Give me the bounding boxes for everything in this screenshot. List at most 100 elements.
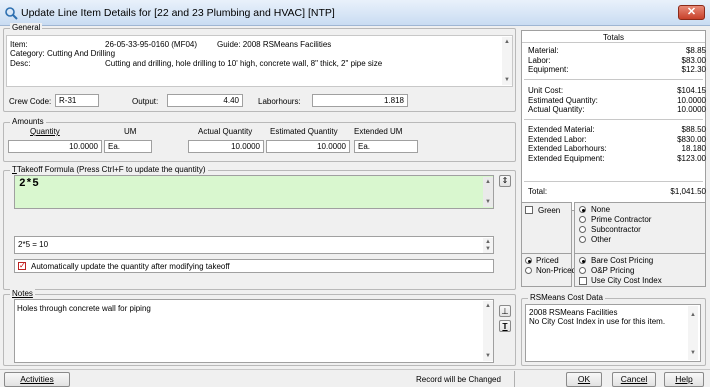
bare-cost-label: Bare Cost Pricing [591, 256, 654, 265]
takeoff-formula-input[interactable]: 2*5 ▲ ▼ [14, 175, 494, 209]
totals-row: Estimated Quantity: 10.0000 [528, 96, 706, 105]
non-priced-radio[interactable] [525, 267, 532, 274]
ok-button[interactable]: OK [566, 372, 602, 387]
totals-row-label: Actual Quantity: [528, 105, 585, 114]
extended-um-label: Extended UM [354, 127, 403, 136]
totals-row-value: $88.50 [681, 125, 706, 134]
totals-row-label: Extended Material: [528, 125, 595, 134]
quantity-field[interactable]: 10.0000 [8, 140, 102, 153]
contractor-box: None Prime Contractor Subcontractor Othe… [574, 202, 706, 254]
op-pricing-radio[interactable] [579, 267, 586, 274]
output-field[interactable]: 4.40 [167, 94, 243, 107]
scroll-down-icon[interactable]: ▼ [485, 199, 491, 205]
rsmeans-group: RSMeans Cost Data 2008 RSMeans Facilitie… [521, 293, 706, 366]
scroll-down-icon[interactable]: ▼ [485, 353, 491, 359]
activities-button[interactable]: Activities [4, 372, 70, 387]
extended-um-field[interactable]: Ea. [354, 140, 418, 153]
takeoff-group: TTakeoff Formula (Press Ctrl+F to update… [3, 165, 516, 290]
totals-row-value: $83.00 [681, 55, 706, 65]
bare-cost-radio[interactable] [579, 257, 586, 264]
priced-box: Priced Non-Priced [521, 253, 576, 287]
um-field[interactable]: Ea. [104, 140, 152, 153]
help-button[interactable]: Help [664, 372, 704, 387]
totals-divider [524, 181, 703, 182]
totals-row: Actual Quantity: 10.0000 [528, 105, 706, 114]
dialog-body: General Item: 26-05-33-95-0160 (MF04) Gu… [0, 23, 710, 387]
totals-row-label: Material: [528, 46, 559, 55]
rsmeans-line-2: No City Cost Index in use for this item. [529, 317, 666, 326]
totals-row: Extended Labor: $830.00 [528, 135, 706, 144]
totals-row-value: 10.0000 [677, 95, 706, 105]
totals-row-value: $123.00 [677, 153, 706, 163]
totals-row: Material: $8.85 [528, 46, 706, 55]
close-button[interactable]: ✕ [678, 5, 705, 20]
title-bar[interactable]: Update Line Item Details for [22 and 23 … [0, 0, 710, 26]
crew-code-field[interactable]: R-31 [55, 94, 99, 107]
formula-scrollbar[interactable]: ▲ ▼ [483, 177, 493, 207]
notes-scrollbar[interactable]: ▲ ▼ [483, 301, 493, 361]
scroll-down-icon[interactable]: ▼ [485, 246, 491, 252]
status-text: Record will be Changed [416, 375, 501, 384]
totals-row-label: Estimated Quantity: [528, 95, 598, 105]
rsmeans-box: 2008 RSMeans Facilities No City Cost Ind… [525, 304, 701, 362]
priced-radio[interactable] [525, 257, 532, 264]
non-priced-label: Non-Priced [536, 266, 577, 275]
totals-row-value: $12.30 [681, 65, 706, 74]
takeoff-result-box: 2*5 = 10 ▲ ▼ [14, 236, 494, 254]
contractor-other-radio[interactable] [579, 236, 586, 243]
rsmeans-scrollbar[interactable]: ▲ ▼ [688, 306, 698, 360]
totals-row: Unit Cost: $104.15 [528, 86, 706, 95]
contractor-prime-radio[interactable] [579, 216, 586, 223]
scroll-up-icon[interactable]: ▲ [485, 239, 491, 245]
rsmeans-line-1: 2008 RSMeans Facilities [529, 308, 618, 317]
green-checkbox[interactable] [525, 206, 533, 214]
totals-row-label: Equipment: [528, 65, 569, 74]
priced-label: Priced [536, 256, 559, 265]
totals-row-label: Extended Equipment: [528, 153, 605, 163]
green-box: Green [521, 202, 572, 254]
window-title: Update Line Item Details for [22 and 23 … [21, 7, 335, 19]
result-scrollbar[interactable]: ▲ ▼ [483, 238, 493, 253]
notes-text-button[interactable]: T [499, 320, 511, 332]
scroll-down-icon[interactable]: ▼ [504, 77, 510, 83]
total-row: Total: $1,041.50 [528, 187, 706, 196]
contractor-none-label: None [591, 205, 611, 214]
notes-text: Holes through concrete wall for piping [17, 304, 151, 313]
takeoff-legend: TTakeoff Formula (Press Ctrl+F to update… [10, 165, 208, 174]
app-icon [5, 7, 18, 20]
laborhours-field[interactable]: 1.818 [312, 94, 408, 107]
scroll-up-icon[interactable]: ▲ [485, 303, 491, 309]
formula-spin-button[interactable]: ⇕ [499, 175, 511, 187]
totals-divider [524, 119, 703, 120]
scroll-up-icon[interactable]: ▲ [690, 312, 696, 318]
item-info-scrollbar[interactable]: ▲ ▼ [502, 37, 512, 85]
actual-quantity-field[interactable]: 10.0000 [188, 140, 264, 153]
scroll-down-icon[interactable]: ▼ [690, 350, 696, 356]
totals-row-value: 10.0000 [677, 105, 706, 114]
city-index-checkbox[interactable] [579, 277, 587, 285]
notes-textarea[interactable]: Holes through concrete wall for piping ▲… [14, 299, 494, 363]
auto-update-checkbox[interactable] [18, 261, 26, 270]
totals-row-value: $830.00 [677, 134, 706, 144]
notes-stamp-button[interactable]: ⊥ [499, 305, 511, 317]
totals-row: Labor: $83.00 [528, 56, 706, 65]
scroll-up-icon[interactable]: ▲ [504, 39, 510, 45]
estimated-quantity-field[interactable]: 10.0000 [266, 140, 350, 153]
crew-code-label: Crew Code: [9, 97, 52, 106]
contractor-prime-label: Prime Contractor [591, 215, 652, 224]
um-label: UM [124, 127, 137, 136]
desc-value: Cutting and drilling, hole drilling to 1… [105, 59, 383, 68]
category-value: Cutting And Drilling [47, 49, 116, 58]
auto-update-label: Automatically update the quantity after … [31, 262, 230, 271]
category-label: Category: [10, 49, 45, 58]
output-label: Output: [132, 97, 159, 106]
contractor-sub-radio[interactable] [579, 226, 586, 233]
totals-row-label: Extended Labor: [528, 134, 587, 144]
cancel-button[interactable]: Cancel [612, 372, 656, 387]
op-pricing-label: O&P Pricing [591, 266, 635, 275]
totals-title: Totals [603, 33, 624, 42]
scroll-up-icon[interactable]: ▲ [485, 179, 491, 185]
total-value: $1,041.50 [670, 187, 706, 196]
totals-row-value: $8.85 [685, 46, 706, 55]
contractor-none-radio[interactable] [579, 206, 586, 213]
